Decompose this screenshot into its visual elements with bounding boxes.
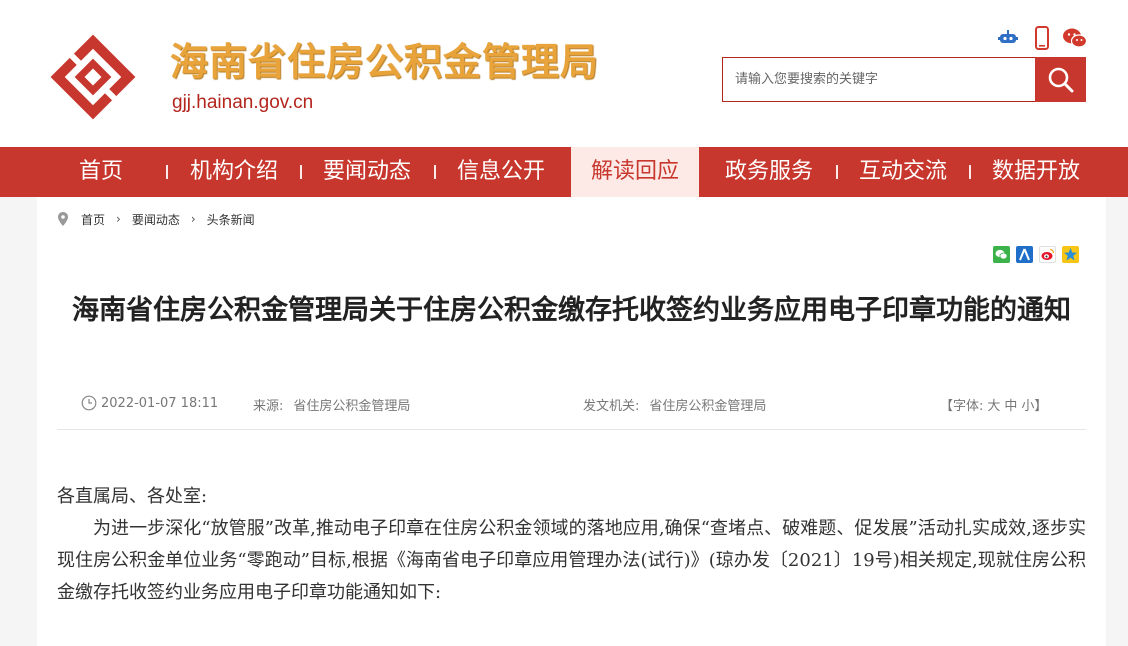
divider (57, 429, 1086, 430)
wechat-icon[interactable] (1062, 26, 1088, 50)
clock-icon (81, 395, 97, 411)
robot-icon[interactable] (996, 26, 1020, 50)
nav-item-about[interactable]: 机构介绍 (180, 147, 288, 197)
article-title: 海南省住房公积金管理局关于住房公积金缴存托收签约业务应用电子印章功能的通知 (72, 295, 1071, 326)
nav-item-news[interactable]: 要闻动态 (313, 147, 421, 197)
nav-item-interpretation[interactable]: 解读回应 (571, 147, 699, 197)
paragraph: 为进一步深化“放管服”改革,推动电子印章在住房公积金领域的落地应用,确保“查堵点… (57, 518, 1086, 603)
chevron-right-icon: › (190, 212, 196, 226)
weibo-share-icon[interactable] (1039, 246, 1056, 263)
nav-separator (969, 165, 971, 179)
issuer-label: 发文机关: (583, 399, 640, 414)
source-value: 省住房公积金管理局 (293, 399, 411, 414)
nav-separator (300, 165, 302, 179)
renren-share-icon[interactable] (1016, 246, 1033, 263)
share-bar (993, 246, 1081, 264)
qzone-share-icon[interactable] (1062, 246, 1079, 263)
site-header: 海南省住房公积金管理局 gjj.hainan.gov.cn (0, 0, 1128, 147)
search-icon (1048, 67, 1073, 92)
font-size-control: 【字体: 大 中 小】 (940, 395, 1047, 414)
article-body: 各直属局、各处室: 为进一步深化“放管服”改革,推动电子印章在住房公积金领域的落… (57, 481, 1086, 609)
nav-item-gov-service[interactable]: 政务服务 (715, 147, 823, 197)
search-button[interactable] (1035, 57, 1086, 102)
housing-fund-logo-icon[interactable] (48, 32, 138, 122)
nav-separator (166, 165, 168, 179)
publish-time: 2022-01-07 18:11 (81, 395, 218, 411)
salutation: 各直属局、各处室: (57, 486, 208, 507)
source-label: 来源: (253, 399, 284, 414)
font-medium-button[interactable]: 中 (1004, 395, 1017, 414)
breadcrumb-headlines[interactable]: 头条新闻 (207, 211, 255, 228)
breadcrumb-home[interactable]: 首页 (81, 211, 105, 228)
wechat-share-icon[interactable] (993, 246, 1010, 263)
search-input[interactable] (723, 58, 1035, 101)
font-size-label: 【字体: (940, 399, 984, 414)
nav-item-info-disclosure[interactable]: 信息公开 (447, 147, 555, 197)
article-meta: 2022-01-07 18:11 来源: 省住房公积金管理局 发文机关: 省住房… (57, 395, 1086, 415)
search-box (722, 57, 1036, 102)
source-info: 来源: 省住房公积金管理局 (253, 395, 410, 414)
mobile-phone-icon[interactable] (1030, 26, 1054, 50)
site-title[interactable]: 海南省住房公积金管理局 (170, 40, 599, 84)
font-small-button[interactable]: 小】 (1021, 395, 1047, 414)
nav-item-open-data[interactable]: 数据开放 (982, 147, 1090, 197)
nav-separator (434, 165, 436, 179)
breadcrumb: 首页 › 要闻动态 › 头条新闻 (57, 210, 255, 228)
location-pin-icon (58, 212, 68, 226)
nav-separator (836, 165, 838, 179)
issuer-value: 省住房公积金管理局 (649, 399, 767, 414)
main-nav: 首页 机构介绍 要闻动态 信息公开 解读回应 政务服务 互动交流 数据开放 (0, 147, 1128, 197)
publish-datetime: 2022-01-07 18:11 (101, 395, 219, 411)
nav-item-interaction[interactable]: 互动交流 (849, 147, 957, 197)
top-icon-group (996, 26, 1088, 50)
breadcrumb-news[interactable]: 要闻动态 (132, 211, 180, 228)
font-large-button[interactable]: 大 (987, 395, 1000, 414)
site-domain: gjj.hainan.gov.cn (172, 92, 314, 113)
nav-item-home[interactable]: 首页 (56, 147, 146, 197)
issuer-info: 发文机关: 省住房公积金管理局 (583, 395, 766, 414)
chevron-right-icon: › (116, 212, 121, 226)
